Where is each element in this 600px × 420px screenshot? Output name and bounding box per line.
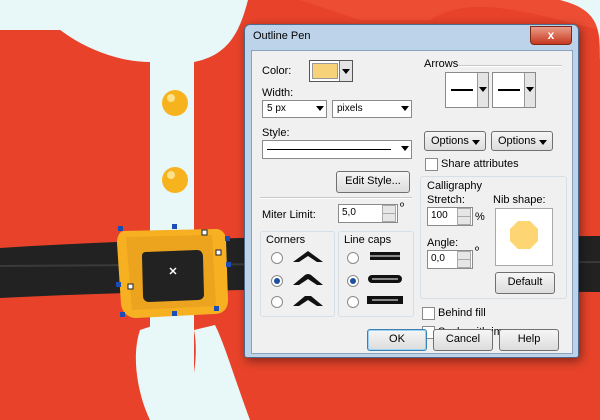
color-swatch: [312, 63, 338, 79]
chevron-down-icon: [524, 73, 535, 107]
spin-down-icon[interactable]: [457, 216, 471, 225]
angle-label: Angle:: [427, 237, 459, 249]
help-button[interactable]: Help: [499, 329, 559, 351]
selection-handle[interactable]: [214, 306, 219, 311]
miter-limit-label: Miter Limit:: [262, 209, 316, 221]
width-value: 5 px: [267, 103, 286, 114]
selection-handle[interactable]: [225, 236, 230, 241]
calligraphy-label: Calligraphy: [427, 180, 483, 192]
cap-square-radio[interactable]: [347, 296, 359, 308]
stretch-spinner[interactable]: 100: [427, 207, 473, 226]
selection-handle[interactable]: [118, 226, 123, 231]
stretch-value: 100: [431, 210, 448, 221]
node-handle[interactable]: [201, 229, 208, 236]
node-handle[interactable]: [215, 249, 222, 256]
arrow-preview: [498, 89, 520, 91]
units-value: pixels: [337, 103, 363, 114]
coat-button-1: [162, 90, 188, 116]
cap-butt-icon: [370, 252, 400, 260]
spin-down-icon[interactable]: [457, 259, 471, 268]
corners-label: Corners: [266, 234, 306, 246]
coat-button-2: [162, 167, 188, 193]
chevron-down-icon: [401, 106, 409, 111]
behind-fill-label: Behind fill: [438, 307, 486, 319]
edit-style-button[interactable]: Edit Style...: [336, 171, 410, 193]
cap-round-radio[interactable]: [347, 275, 359, 287]
width-label: Width:: [262, 87, 294, 99]
corner-miter-radio[interactable]: [271, 252, 283, 264]
nib-shape-icon: [510, 221, 538, 249]
arrows-label: Arrows: [424, 58, 459, 70]
stretch-unit: %: [475, 211, 485, 223]
arrow-options-left-button[interactable]: Options: [424, 131, 486, 151]
selection-handle[interactable]: [120, 312, 125, 317]
style-label: Style:: [262, 127, 290, 139]
behind-fill-checkbox[interactable]: [422, 307, 435, 320]
angle-spinner[interactable]: 0,0: [427, 250, 473, 269]
color-picker-button[interactable]: [309, 60, 353, 82]
chevron-down-icon: [339, 61, 352, 81]
corners-group: Corners: [260, 231, 335, 317]
arrow-options-right-button[interactable]: Options: [491, 131, 553, 151]
corner-round-icon: [293, 274, 323, 285]
spin-down-icon[interactable]: [382, 213, 396, 222]
stretch-label: Stretch:: [427, 194, 465, 206]
selection-handle[interactable]: [172, 311, 177, 316]
line-style-select[interactable]: [262, 140, 412, 159]
dialog-client: Color: Width: 5 px pixels Style: Edit St…: [251, 50, 573, 354]
chevron-down-icon: [539, 140, 547, 145]
line-caps-label: Line caps: [344, 234, 392, 246]
cap-butt-radio[interactable]: [347, 252, 359, 264]
corner-miter-icon: [293, 251, 323, 262]
coat-button-1-shine: [167, 94, 175, 102]
share-attributes-label: Share attributes: [441, 158, 519, 170]
nib-shape-label: Nib shape:: [493, 194, 546, 206]
end-arrow-select[interactable]: [492, 72, 536, 108]
width-select[interactable]: 5 px: [262, 100, 327, 118]
options-left-label: Options: [431, 135, 469, 147]
selection-handle[interactable]: [172, 224, 177, 229]
share-attributes-checkbox[interactable]: [425, 158, 438, 171]
options-right-label: Options: [498, 135, 536, 147]
divider: [458, 65, 562, 67]
miter-limit-spinner[interactable]: 5,0: [338, 204, 398, 223]
corner-bevel-radio[interactable]: [271, 296, 283, 308]
node-handle[interactable]: [127, 283, 134, 290]
miter-unit: º: [400, 201, 405, 213]
arrow-preview: [451, 89, 473, 91]
chevron-down-icon: [472, 140, 480, 145]
dialog-title: Outline Pen: [253, 30, 311, 42]
start-arrow-select[interactable]: [445, 72, 489, 108]
color-label: Color:: [262, 65, 292, 77]
corner-round-radio[interactable]: [271, 275, 283, 287]
close-button[interactable]: x: [530, 26, 572, 45]
outline-pen-dialog: Outline Pen x Color: Width: 5 px pixels …: [244, 24, 579, 358]
close-icon: x: [547, 28, 555, 42]
chevron-down-icon: [316, 106, 324, 111]
default-button[interactable]: Default: [495, 272, 555, 294]
chevron-down-icon: [401, 146, 409, 151]
angle-value: 0,0: [431, 253, 445, 264]
cancel-button[interactable]: Cancel: [433, 329, 493, 351]
ok-button[interactable]: OK: [367, 329, 427, 351]
chevron-down-icon: [477, 73, 488, 107]
title-bar[interactable]: Outline Pen x: [245, 25, 578, 47]
buckle-center: [142, 250, 204, 302]
nib-shape-preview[interactable]: [495, 208, 553, 266]
line-caps-group: Line caps: [338, 231, 414, 317]
selection-handle[interactable]: [116, 282, 121, 287]
cap-round-icon: [368, 275, 402, 283]
line-style-preview: [267, 149, 391, 150]
divider: [260, 197, 412, 199]
units-select[interactable]: pixels: [332, 100, 412, 118]
coat-button-2-shine: [167, 171, 175, 179]
angle-unit: º: [475, 245, 480, 257]
corner-bevel-icon: [293, 296, 323, 306]
calligraphy-group: Calligraphy Stretch: 100 % Angle: 0,0 º …: [420, 176, 567, 299]
miter-limit-value: 5,0: [342, 207, 356, 218]
selection-handle[interactable]: [226, 262, 231, 267]
cap-square-icon: [367, 296, 403, 304]
